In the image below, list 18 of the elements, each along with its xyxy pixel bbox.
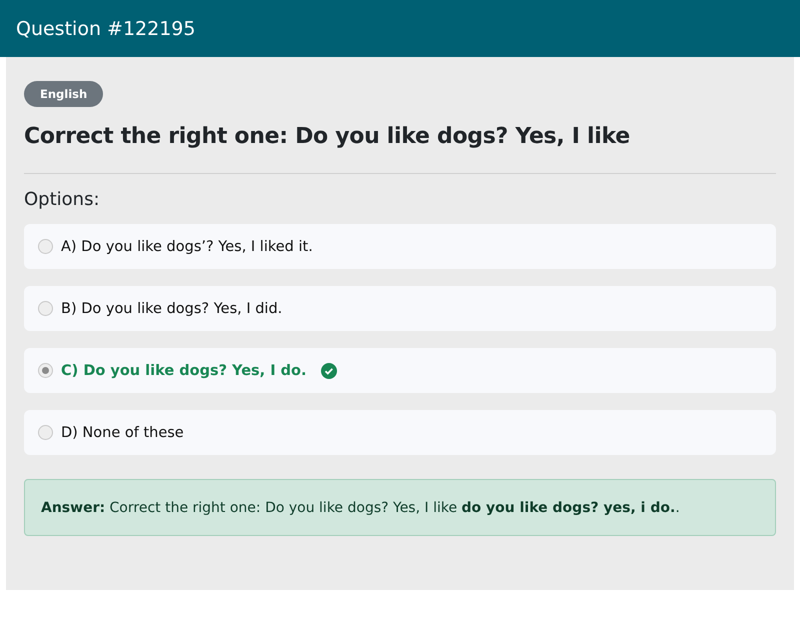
question-text: Correct the right one: Do you like dogs? Yes, I like bbox=[24, 124, 631, 149]
option-row[interactable]: B) Do you like dogs? Yes, I did. bbox=[24, 286, 776, 331]
options-label: Options: bbox=[24, 189, 101, 210]
language-tag: English bbox=[24, 81, 104, 107]
option-text: B) Do you like dogs? Yes, I did. bbox=[61, 300, 282, 316]
radio-button[interactable] bbox=[38, 239, 53, 254]
check-icon bbox=[320, 362, 337, 378]
radio-button[interactable] bbox=[38, 363, 53, 378]
option-row[interactable]: C) Do you like dogs? Yes, I do. bbox=[24, 348, 776, 393]
option-row[interactable]: D) None of these bbox=[24, 410, 776, 455]
answer-text: Answer: Correct the right one: Do you like dogs? Yes, I like do you like dogs? yes, i do.. bbox=[41, 500, 680, 516]
option-text: D) None of these bbox=[61, 424, 184, 440]
option-row[interactable]: A) Do you like dogs’? Yes, I liked it. bbox=[24, 224, 776, 269]
page-title: Question #122195 bbox=[16, 18, 196, 40]
option-text: C) Do you like dogs? Yes, I do. bbox=[61, 362, 307, 378]
radio-button[interactable] bbox=[38, 301, 53, 316]
option-text: A) Do you like dogs’? Yes, I liked it. bbox=[61, 238, 313, 254]
radio-button[interactable] bbox=[38, 425, 53, 440]
